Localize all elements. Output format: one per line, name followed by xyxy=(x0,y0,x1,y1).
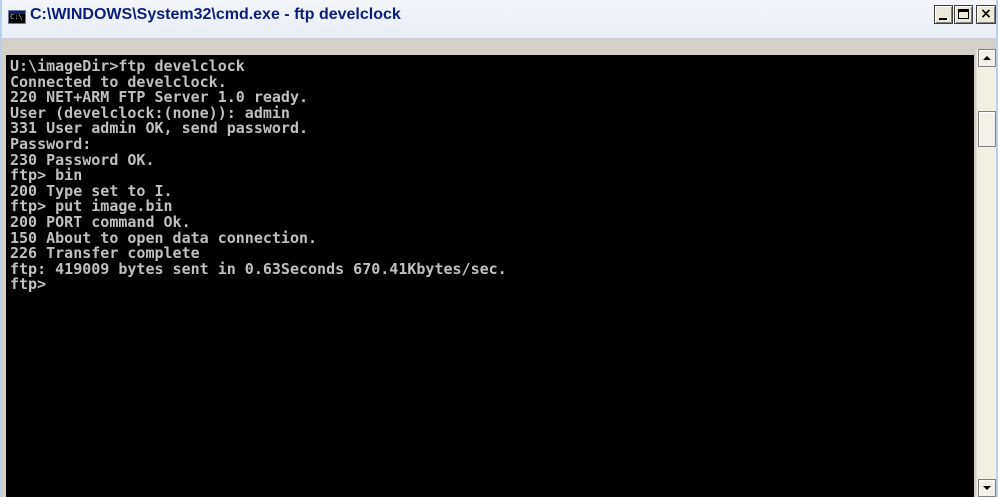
maximize-button[interactable] xyxy=(954,5,973,24)
close-icon: × xyxy=(980,6,992,22)
minimize-icon xyxy=(939,18,947,20)
maximize-icon xyxy=(958,9,969,19)
title-bar[interactable]: C:\ C:\WINDOWS\System32\cmd.exe - ftp de… xyxy=(2,0,996,39)
console-text-area[interactable]: U:\imageDir>ftp develclock Connected to d… xyxy=(10,58,974,497)
arrow-up-icon xyxy=(983,56,991,60)
console-line: ftp> xyxy=(10,275,47,294)
console-output[interactable]: U:\imageDir>ftp develclock Connected to d… xyxy=(6,55,974,497)
minimize-button[interactable] xyxy=(934,5,953,24)
vertical-scrollbar[interactable] xyxy=(976,49,996,497)
console-line: Password: xyxy=(10,134,92,153)
cmd-window: C:\ C:\WINDOWS\System32\cmd.exe - ftp de… xyxy=(0,0,998,497)
scroll-down-button[interactable] xyxy=(978,479,996,497)
console-line: 230 Password OK. xyxy=(10,150,155,169)
console-line: ftp: 419009 bytes sent in 0.63Seconds 67… xyxy=(10,259,507,278)
command-prompt-icon[interactable]: C:\ xyxy=(8,10,26,24)
window-title: C:\WINDOWS\System32\cmd.exe - ftp develc… xyxy=(30,6,401,23)
scroll-up-button[interactable] xyxy=(978,49,996,67)
close-button[interactable]: × xyxy=(976,5,996,24)
scroll-thumb[interactable] xyxy=(978,111,996,147)
app-icon-label: C:\ xyxy=(10,13,23,21)
arrow-down-icon xyxy=(983,486,991,490)
console-line: 331 User admin OK, send password. xyxy=(10,119,309,138)
